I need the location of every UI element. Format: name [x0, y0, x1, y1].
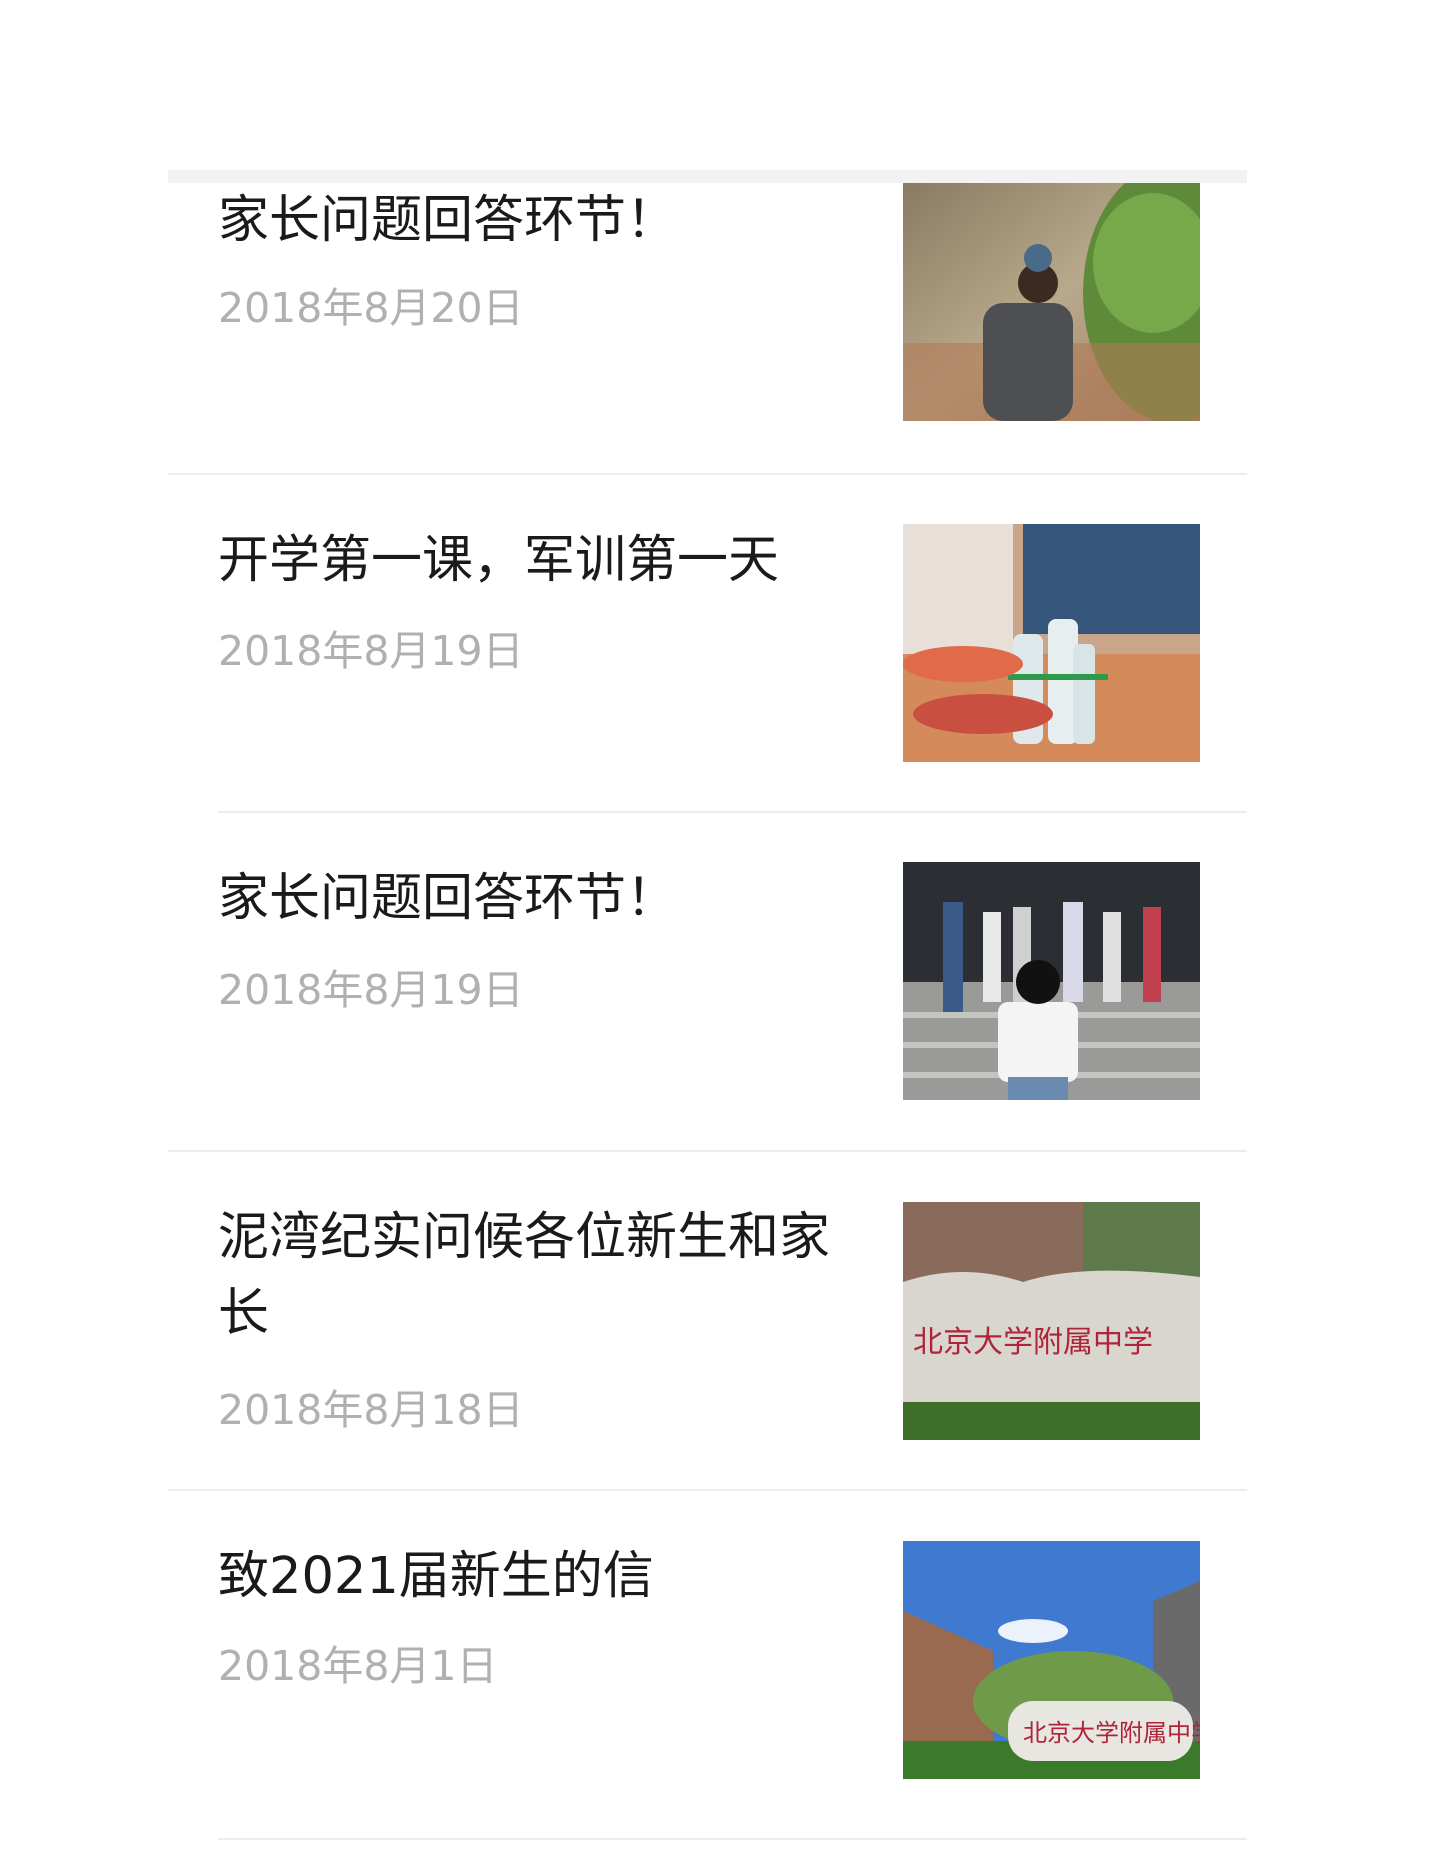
article-title: 开学第一课，军训第一天	[218, 531, 780, 590]
school-stone-photo-icon: 北京大学附属中学	[903, 1202, 1200, 1440]
stone-inscription: 北京大学附属中学	[1023, 1720, 1200, 1747]
stone-inscription: 北京大学附属中学	[913, 1326, 1153, 1359]
people-on-steps-photo-icon	[903, 862, 1200, 1100]
article-list-item[interactable]: 开学第一课，军训第一天 2018年8月19日	[168, 475, 1247, 811]
article-title: 家长问题回答环节！	[218, 191, 678, 250]
list-divider	[218, 1838, 1247, 1840]
article-date: 2018年8月1日	[218, 1642, 498, 1690]
article-title: 致2021届新生的信	[218, 1547, 654, 1606]
article-thumbnail	[903, 524, 1200, 762]
article-title: 泥湾纪实问候各位新生和家长	[218, 1208, 831, 1343]
article-date: 2018年8月18日	[218, 1386, 524, 1434]
top-scroll-edge	[168, 170, 1247, 183]
article-thumbnail: 北京大学附属中学	[903, 1202, 1200, 1440]
article-thumbnail	[903, 183, 1200, 421]
article-date: 2018年8月20日	[218, 284, 524, 332]
article-list-item[interactable]: 泥湾纪实问候各位新生和家长 2018年8月18日 北京大学附属中学	[168, 1152, 1247, 1489]
article-list-item[interactable]: 致2021届新生的信 2018年8月1日 北京大学附属中学	[168, 1491, 1247, 1828]
article-list-item[interactable]: 家长问题回答环节！ 2018年8月20日	[168, 183, 1247, 473]
article-date: 2018年8月19日	[218, 627, 524, 675]
article-thumbnail: 北京大学附属中学	[903, 1541, 1200, 1779]
campus-stone-sky-photo-icon: 北京大学附属中学	[903, 1541, 1200, 1779]
article-title: 家长问题回答环节！	[218, 869, 678, 928]
article-date: 2018年8月19日	[218, 966, 524, 1014]
article-thumbnail	[903, 862, 1200, 1100]
water-bottles-photo-icon	[903, 524, 1200, 762]
student-walking-photo-icon	[903, 183, 1200, 421]
article-list-item[interactable]: 家长问题回答环节！ 2018年8月19日	[168, 813, 1247, 1150]
